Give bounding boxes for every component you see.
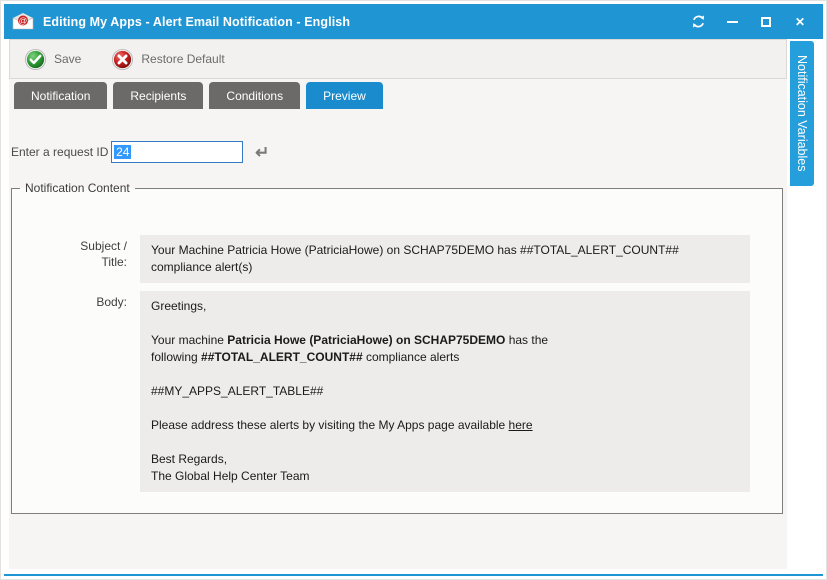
request-id-row: Enter a request ID t 24 ↵ <box>11 140 269 164</box>
toolbar: Save Restore Default <box>9 39 787 79</box>
close-button[interactable]: ✕ <box>783 9 817 35</box>
email-app-icon: @ <box>12 13 34 30</box>
main-area: Save Restore Default <box>9 39 820 569</box>
window-title: Editing My Apps - Alert Email Notificati… <box>43 15 350 29</box>
refresh-icon <box>691 14 706 29</box>
subject-value: Your Machine Patricia Howe (PatriciaHowe… <box>140 235 750 283</box>
save-button[interactable]: Save <box>24 48 81 71</box>
minimize-icon <box>727 21 738 23</box>
side-panel-strip: Notification Variables <box>787 39 820 569</box>
notification-variables-tab[interactable]: Notification Variables <box>790 41 814 186</box>
save-check-icon <box>24 48 47 71</box>
request-id-label: Enter a request ID t <box>11 145 115 159</box>
notification-variables-label: Notification Variables <box>795 55 809 172</box>
tab-recipients[interactable]: Recipients <box>113 82 203 109</box>
tab-conditions[interactable]: Conditions <box>209 82 300 109</box>
notification-content-group: Notification Content Subject / Title: Yo… <box>11 181 783 514</box>
subject-row: Subject / Title: Your Machine Patricia H… <box>12 235 782 283</box>
save-label: Save <box>54 52 81 66</box>
subject-label: Subject / Title: <box>12 235 140 283</box>
enter-key-icon: ↵ <box>255 144 269 161</box>
body-row: Body: Greetings, Your machine Patricia H… <box>12 291 782 492</box>
restore-default-label: Restore Default <box>141 52 224 66</box>
body-value: Greetings, Your machine Patricia Howe (P… <box>140 291 750 492</box>
body-label: Body: <box>12 291 140 492</box>
minimize-button[interactable] <box>715 9 749 35</box>
tab-preview[interactable]: Preview <box>306 82 383 109</box>
tab-bar: Notification Recipients Conditions Previ… <box>14 82 787 109</box>
content-column: Save Restore Default <box>9 39 787 569</box>
title-bar: @ Editing My Apps - Alert Email Notifica… <box>4 4 823 39</box>
window-controls: ✕ <box>681 9 817 35</box>
restore-x-icon <box>111 48 134 71</box>
request-id-value: 24 <box>114 145 131 159</box>
preview-tab-content: Enter a request ID t 24 ↵ Notification C… <box>9 109 787 569</box>
notification-content-legend: Notification Content <box>20 181 135 195</box>
maximize-button[interactable] <box>749 9 783 35</box>
dialog-window: @ Editing My Apps - Alert Email Notifica… <box>0 0 827 580</box>
maximize-icon <box>761 17 771 27</box>
restore-default-button[interactable]: Restore Default <box>111 48 224 71</box>
refresh-button[interactable] <box>681 9 715 35</box>
tab-notification[interactable]: Notification <box>14 82 107 109</box>
here-link[interactable]: here <box>509 418 533 432</box>
request-id-input[interactable]: 24 <box>111 141 243 163</box>
svg-text:@: @ <box>19 16 28 26</box>
window-bottom-accent <box>4 574 823 576</box>
